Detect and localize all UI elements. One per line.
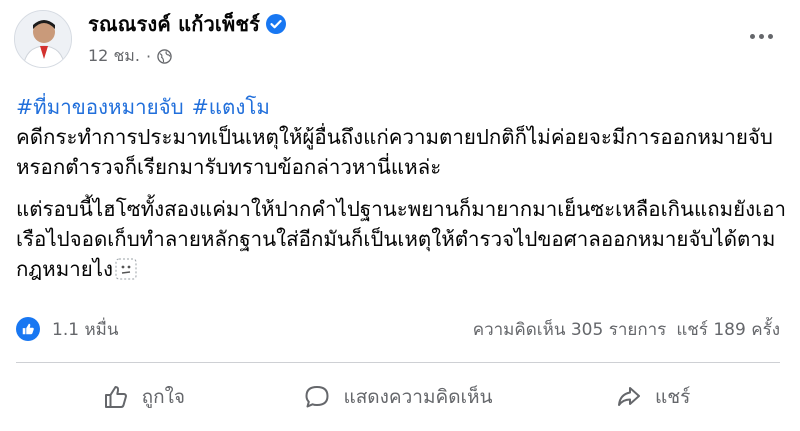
- post-paragraph: คดีกระทำการประมาทเป็นเหตุให้ผู้อื่นถึงแก…: [16, 122, 786, 182]
- share-arrow-icon: [618, 387, 640, 406]
- post-timestamp[interactable]: 12 ชม.: [88, 44, 140, 69]
- facebook-post: รณณรงค์ แก้วเพ็ชร์ 12 ชม. · #ที่มาของหมา…: [0, 0, 800, 431]
- comments-count[interactable]: ความคิดเห็น 305 รายการ: [473, 316, 667, 343]
- hashtag-line: #ที่มาของหมายจับ #แตงโม: [16, 92, 786, 122]
- post-paragraph: แต่รอบนี้ไฮโซทั้งสองแค่มาให้ปากคำไปฐานะพ…: [16, 194, 786, 284]
- post-actions: ถูกใจ แสดงความคิดเห็น แชร์: [16, 370, 780, 424]
- paragraph-text: คดีกระทำการประมาทเป็นเหตุให้ผู้อื่นถึงแก…: [16, 125, 773, 179]
- author-name[interactable]: รณณรงค์ แก้วเพ็ชร์: [88, 8, 260, 40]
- hashtag-link[interactable]: #แตงโม: [192, 95, 270, 119]
- engagement-counts: ความคิดเห็น 305 รายการ แชร์ 189 ครั้ง: [473, 316, 780, 343]
- comment-button[interactable]: แสดงความคิดเห็น: [271, 370, 526, 424]
- reactions-count: 1.1 หมื่น: [52, 319, 119, 340]
- globe-icon: [157, 49, 172, 64]
- meta-separator: ·: [145, 47, 152, 66]
- hashtag-link[interactable]: #ที่มาของหมายจับ: [16, 95, 184, 119]
- thinking-emoji-icon: [115, 258, 137, 280]
- comment-bubble-icon: [305, 386, 329, 408]
- share-label: แชร์: [655, 386, 691, 408]
- like-button[interactable]: ถูกใจ: [16, 370, 271, 424]
- author-line: รณณรงค์ แก้วเพ็ชร์: [88, 8, 287, 40]
- author-avatar[interactable]: [14, 10, 72, 68]
- action-divider: [16, 362, 780, 363]
- more-dot: [758, 33, 764, 39]
- more-dots-icon: [749, 33, 755, 39]
- thumbs-up-icon: [104, 386, 127, 408]
- comment-label: แสดงความคิดเห็น: [343, 386, 493, 408]
- verified-check-icon: [266, 14, 287, 34]
- share-button[interactable]: แชร์: [525, 370, 780, 424]
- post-meta: 12 ชม. ·: [88, 44, 172, 69]
- shares-count[interactable]: แชร์ 189 ครั้ง: [676, 316, 780, 343]
- more-dot: [767, 33, 773, 39]
- post-stats: 1.1 หมื่น ความคิดเห็น 305 รายการ แชร์ 18…: [16, 316, 780, 342]
- more-options-button[interactable]: [746, 24, 776, 48]
- like-reaction-icon: [16, 317, 40, 341]
- reactions-summary[interactable]: 1.1 หมื่น: [16, 316, 118, 343]
- like-label: ถูกใจ: [141, 386, 186, 408]
- post-body: #ที่มาของหมายจับ #แตงโม คดีกระทำการประมาท…: [16, 92, 786, 284]
